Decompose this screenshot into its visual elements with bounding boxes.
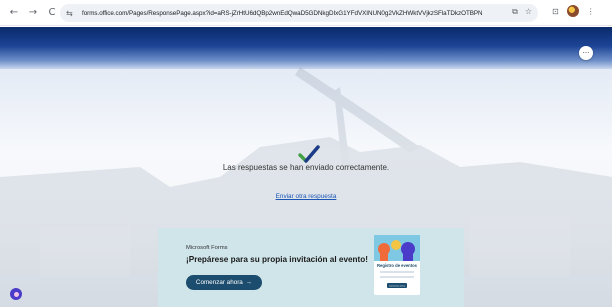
reload-icon[interactable]: C	[44, 5, 60, 21]
form-response-page: ··· Las respuestas se han enviado correc…	[0, 27, 612, 307]
profile-avatar[interactable]	[566, 5, 579, 17]
url-text[interactable]: forms.office.com/Pages/ResponsePage.aspx…	[82, 10, 482, 17]
event-registration-illustration: Registro de eventos Comenzar ahora	[374, 235, 420, 295]
get-started-label: Comenzar ahora	[195, 279, 243, 286]
install-app-icon[interactable]: ⧉	[512, 7, 518, 17]
promo-brand: Microsoft Forms	[186, 245, 228, 251]
success-message: Las respuestas se han enviado correctame…	[222, 163, 390, 172]
promo-title: ¡Prepárese para su propia invitación al …	[186, 255, 369, 264]
submit-another-response-link[interactable]: Enviar otra respuesta	[0, 193, 612, 200]
browser-menu-icon[interactable]: ⋮	[587, 7, 595, 16]
extensions-icon[interactable]: ⊡	[552, 7, 559, 16]
arrow-right-icon: →	[245, 279, 253, 286]
forward-icon[interactable]: →	[25, 5, 41, 21]
get-started-button[interactable]: Comenzar ahora →	[186, 275, 262, 290]
back-icon[interactable]: ←	[6, 5, 22, 21]
promo-banner: Microsoft Forms ¡Prepárese para su propi…	[158, 228, 464, 307]
browser-toolbar: ← → C ⇆ forms.office.com/Pages/ResponseP…	[0, 0, 612, 26]
more-options-button[interactable]: ···	[579, 46, 593, 60]
site-info-icon[interactable]: ⇆	[66, 9, 78, 18]
success-check-icon	[298, 145, 320, 163]
copilot-logo-icon[interactable]	[10, 288, 22, 300]
address-bar[interactable]: ⇆ forms.office.com/Pages/ResponsePage.as…	[60, 4, 538, 22]
card-title: Registro de eventos	[377, 263, 418, 268]
card-button: Comenzar ahora	[389, 285, 406, 288]
bookmark-star-icon[interactable]: ☆	[525, 7, 532, 17]
